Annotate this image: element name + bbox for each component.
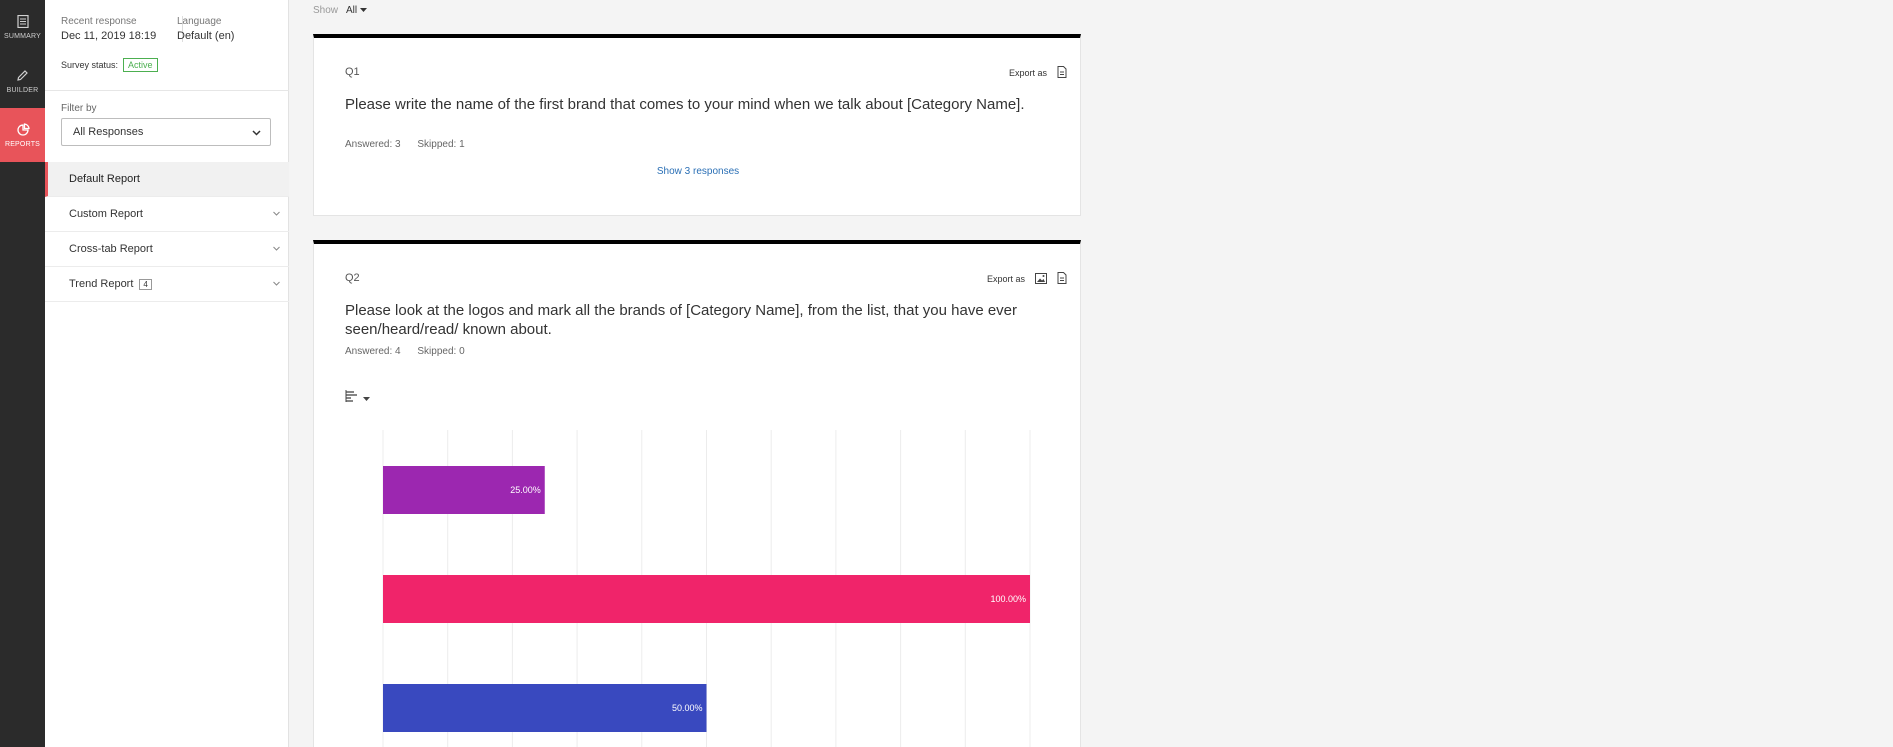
caret-down-icon: [363, 389, 370, 407]
chevron-down-icon: [272, 209, 281, 221]
skipped-count: Skipped: 1: [417, 139, 465, 150]
nav-item-label: Cross-tab Report: [69, 243, 153, 255]
report-sidebar: Recent response Dec 11, 2019 18:19 Langu…: [45, 0, 289, 747]
rail-builder-label: BUILDER: [6, 86, 39, 94]
question-card-q1: Q1 Export as Please write the name of th…: [313, 34, 1081, 216]
rail-builder[interactable]: BUILDER: [0, 54, 45, 108]
question-stats: Answered: 4 Skipped: 0: [345, 346, 465, 357]
survey-status-row: Survey status: Active: [61, 58, 158, 72]
survey-meta: Recent response Dec 11, 2019 18:19 Langu…: [61, 12, 281, 52]
chevron-down-icon: [272, 279, 281, 291]
left-rail: SUMMARY BUILDER REPORTS: [0, 0, 45, 747]
document-export-icon[interactable]: [1057, 66, 1067, 80]
summary-icon: [16, 15, 30, 29]
language-value: Default (en): [177, 30, 235, 42]
question-text: Please look at the logos and mark all th…: [345, 302, 1018, 338]
pie-chart-icon: [16, 122, 30, 137]
answered-count: Answered: 4: [345, 346, 401, 357]
response-bar-chart: 25.00% 100.00% 50.00%: [382, 430, 1031, 747]
rail-reports[interactable]: REPORTS: [0, 108, 45, 162]
status-badge: Active: [123, 58, 158, 72]
chart-bar[interactable]: [383, 684, 707, 732]
survey-status-label: Survey status:: [61, 60, 119, 70]
filter-select[interactable]: All Responses: [61, 118, 271, 146]
chart-type-toggle[interactable]: [345, 389, 370, 407]
nav-item-label: Trend Report: [69, 278, 134, 290]
image-export-icon[interactable]: [1035, 272, 1047, 286]
divider: [45, 90, 289, 91]
filter-select-value: All Responses: [73, 126, 144, 138]
language-label: Language: [177, 16, 222, 27]
nav-item-label: Default Report: [69, 173, 140, 185]
question-card-q2: Q2 Export as Please look at the logos an…: [313, 240, 1081, 747]
chart-data-label: 50.00%: [672, 703, 703, 713]
pencil-icon: [16, 69, 30, 83]
question-stats: Answered: 3 Skipped: 1: [345, 139, 465, 150]
export-label: Export as: [986, 274, 1025, 284]
show-filter: Show All: [313, 5, 368, 16]
nav-default-report[interactable]: Default Report: [45, 162, 289, 197]
caret-down-icon[interactable]: [360, 5, 368, 16]
chart-data-label: 100.00%: [990, 594, 1026, 604]
question-text: Please write the name of the first brand…: [345, 96, 1025, 113]
rail-summary[interactable]: SUMMARY: [0, 0, 45, 54]
show-select[interactable]: All: [346, 5, 357, 16]
show-label: Show: [313, 5, 339, 16]
question-number: Q2: [345, 272, 360, 284]
recent-response-value: Dec 11, 2019 18:19: [61, 30, 157, 42]
chart-data-label: 25.00%: [510, 485, 541, 495]
nav-trend-report[interactable]: Trend Report 4: [45, 267, 289, 302]
nav-custom-report[interactable]: Custom Report: [45, 197, 289, 232]
rail-summary-label: SUMMARY: [3, 32, 42, 40]
rail-reports-label: REPORTS: [4, 140, 41, 148]
trend-count-badge: 4: [139, 278, 152, 290]
report-nav: Default Report Custom Report Cross-tab R…: [45, 162, 289, 302]
skipped-count: Skipped: 0: [417, 346, 465, 357]
chart-bar[interactable]: [383, 575, 1030, 623]
recent-response-label: Recent response: [61, 16, 137, 27]
answered-count: Answered: 3: [345, 139, 401, 150]
question-number: Q1: [345, 66, 360, 78]
nav-item-label: Custom Report: [69, 208, 143, 220]
export-label: Export as: [1008, 68, 1047, 78]
show-responses-link[interactable]: Show 3 responses: [314, 166, 1082, 177]
bar-chart-icon: [345, 389, 359, 407]
chevron-down-icon: [252, 128, 261, 140]
export-controls: Export as: [987, 272, 1067, 286]
document-export-icon[interactable]: [1057, 272, 1067, 286]
nav-crosstab-report[interactable]: Cross-tab Report: [45, 232, 289, 267]
chevron-down-icon: [272, 244, 281, 256]
filter-label: Filter by: [61, 103, 97, 114]
export-controls: Export as: [1009, 66, 1067, 80]
